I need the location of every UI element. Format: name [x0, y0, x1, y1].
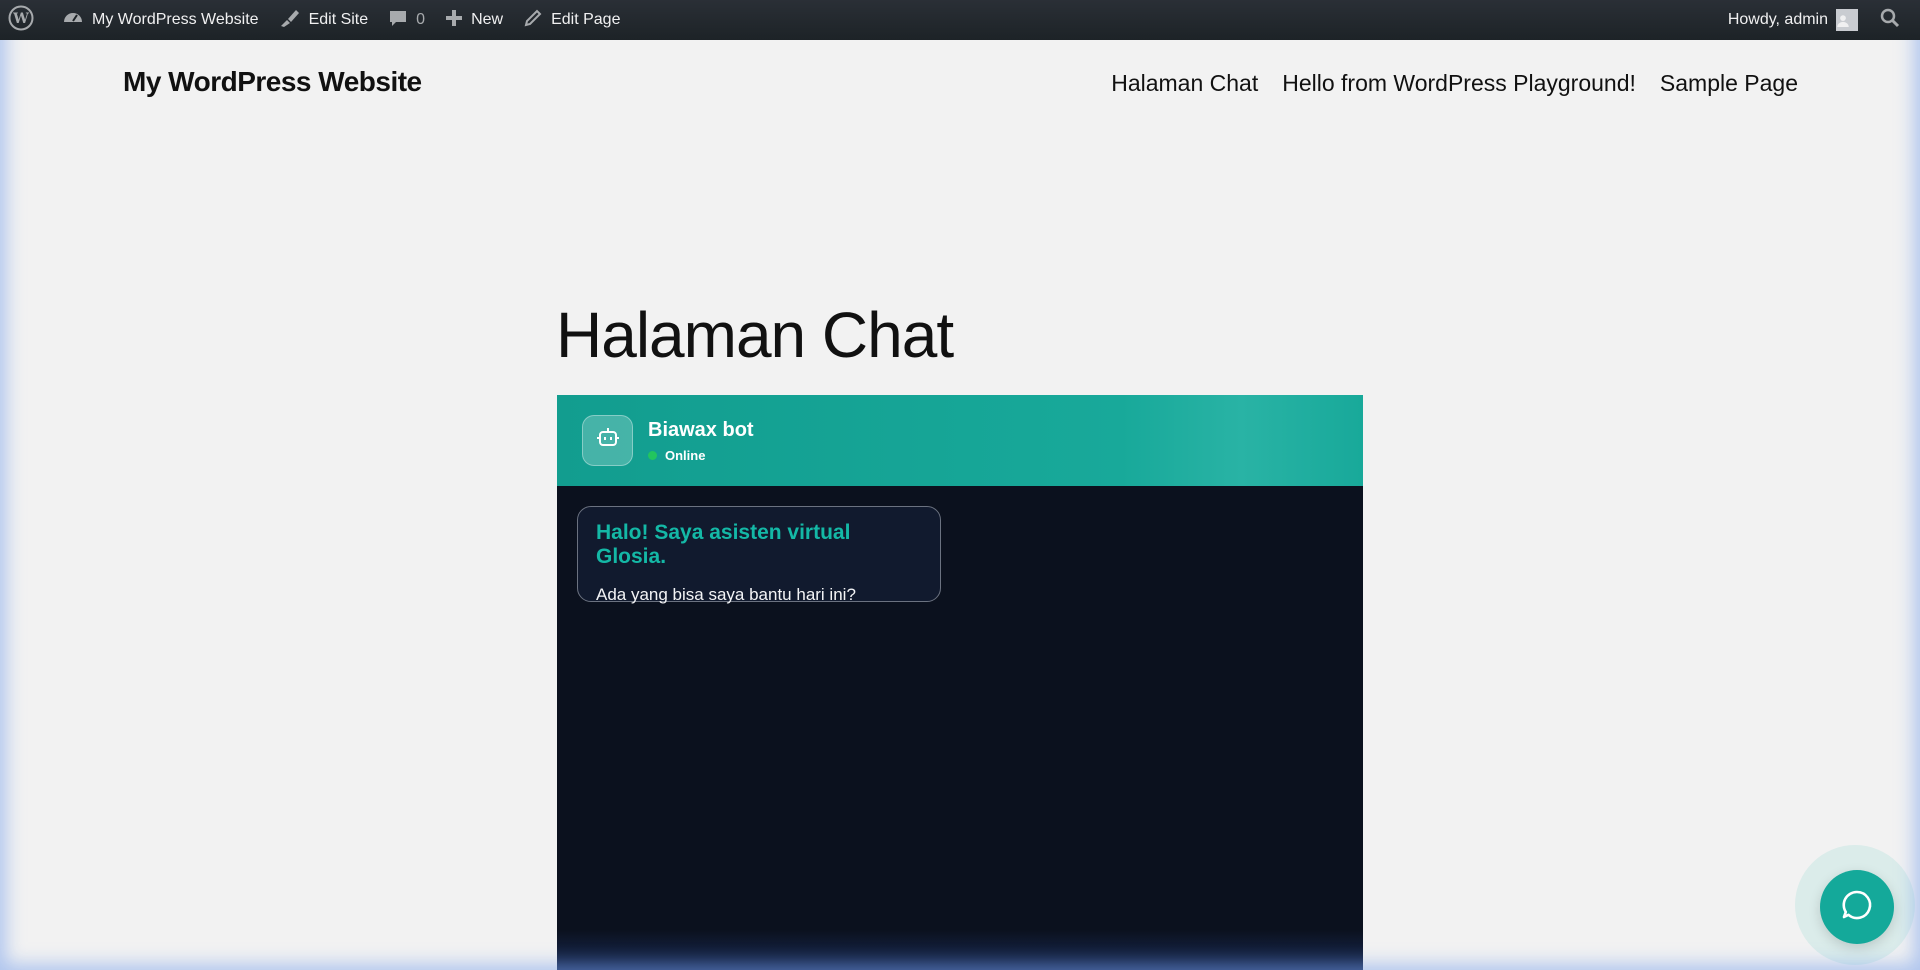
status-dot [648, 450, 657, 460]
bot-name: Biawax bot [648, 418, 754, 441]
welcome-message-body: Ada yang bisa saya bantu hari ini? [596, 585, 856, 604]
my-account-link[interactable]: Howdy, admin [1718, 0, 1868, 40]
edit-site-label: Edit Site [308, 11, 369, 28]
site-title[interactable]: My WordPress Website [123, 66, 422, 98]
robot-icon [595, 425, 621, 456]
chat-bubble-icon [1840, 888, 1874, 927]
search-icon [1880, 8, 1908, 33]
comment-icon [388, 8, 416, 33]
chat-launcher-button[interactable] [1820, 870, 1894, 944]
chat-header: Biawax bot Online [557, 395, 1363, 486]
new-label: New [471, 11, 504, 28]
avatar [1836, 9, 1858, 31]
comments-link[interactable]: 0 [378, 0, 435, 40]
bot-status-label: Online [665, 447, 706, 463]
brush-icon [279, 8, 309, 33]
bot-info: Biawax bot Online [648, 419, 754, 463]
search-button[interactable] [1868, 0, 1920, 40]
chat-bottom-glow [557, 930, 1363, 970]
admin-bar: W My WordPress Website Edit Site 0 New E… [0, 0, 1920, 40]
svg-text:W: W [12, 11, 29, 27]
primary-navigation: Halaman Chat Hello from WordPress Playgr… [1111, 70, 1798, 97]
dashboard-icon [62, 8, 92, 33]
pencil-icon [523, 8, 551, 33]
plus-icon [445, 9, 471, 32]
page-title: Halaman Chat [556, 299, 954, 371]
site-name-label: My WordPress Website [92, 11, 259, 28]
nav-item-halaman-chat[interactable]: Halaman Chat [1111, 70, 1258, 97]
edit-site-link[interactable]: Edit Site [269, 0, 379, 40]
nav-item-hello-from-playground[interactable]: Hello from WordPress Playground! [1282, 70, 1636, 97]
welcome-message-title: Halo! Saya asisten virtual Glosia. [596, 521, 851, 568]
bot-avatar [582, 415, 633, 466]
chat-widget: Biawax bot Online Halo! Saya asisten vir… [557, 395, 1363, 970]
nav-item-sample-page[interactable]: Sample Page [1660, 70, 1798, 97]
edit-page-label: Edit Page [551, 11, 621, 28]
site-name-link[interactable]: My WordPress Website [52, 0, 269, 40]
wordpress-logo-button[interactable]: W [0, 0, 52, 40]
howdy-label: Howdy, admin [1727, 11, 1828, 28]
edit-page-link[interactable]: Edit Page [513, 0, 630, 40]
bot-status: Online [648, 448, 754, 463]
wordpress-icon: W [8, 5, 42, 36]
comments-count: 0 [416, 11, 426, 28]
new-content-link[interactable]: New [435, 0, 513, 40]
welcome-message: Halo! Saya asisten virtual Glosia. Ada y… [577, 506, 941, 604]
